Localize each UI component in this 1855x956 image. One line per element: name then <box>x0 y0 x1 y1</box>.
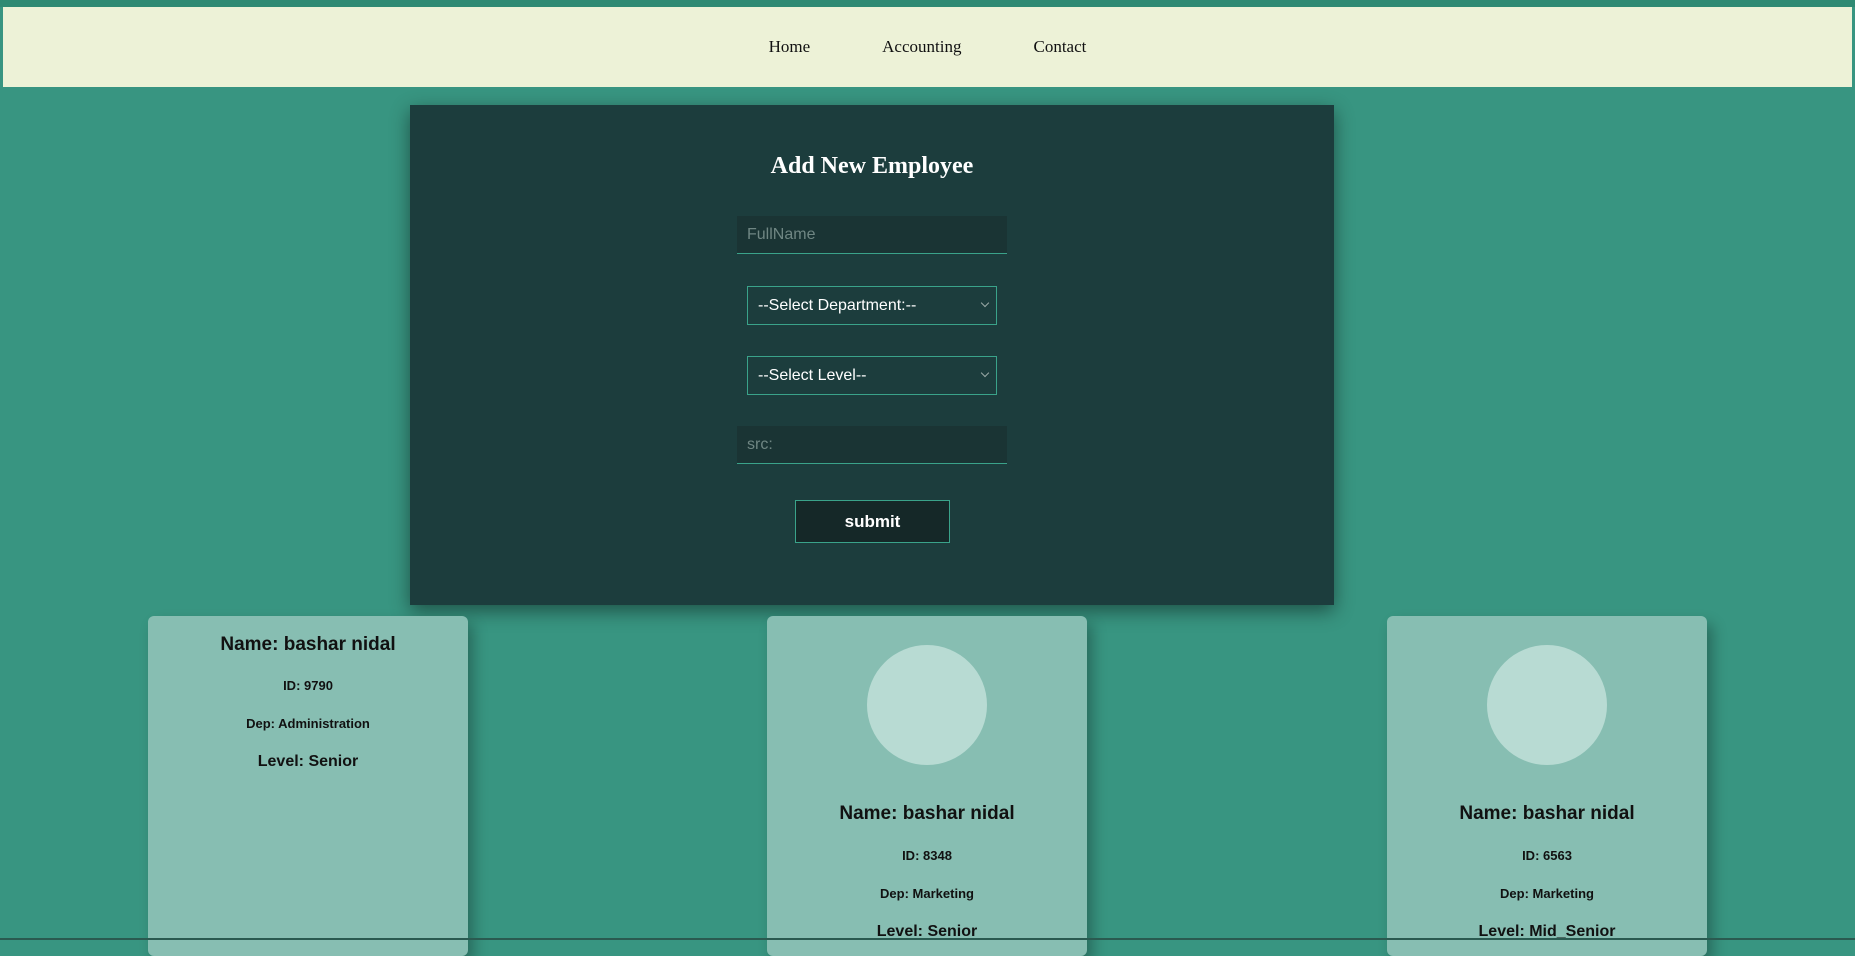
employee-department: Dep: Administration <box>246 716 370 731</box>
nav-link-contact[interactable]: Contact <box>1033 37 1086 57</box>
employee-name: Name: bashar nidal <box>220 634 396 655</box>
chevron-down-icon <box>980 298 990 308</box>
level-select[interactable]: --Select Level-- <box>747 356 997 395</box>
employee-card: Name: bashar nidal ID: 8348 Dep: Marketi… <box>767 616 1087 956</box>
avatar <box>867 645 987 765</box>
department-select-value: --Select Department:-- <box>758 296 917 314</box>
department-select[interactable]: --Select Department:-- <box>747 286 997 325</box>
employee-department: Dep: Marketing <box>1500 886 1594 901</box>
nav-link-accounting[interactable]: Accounting <box>882 37 961 57</box>
avatar <box>1487 645 1607 765</box>
employee-card: Name: bashar nidal ID: 9790 Dep: Adminis… <box>148 616 468 956</box>
employee-id: ID: 8348 <box>902 848 952 863</box>
add-employee-panel: Add New Employee --Select Department:-- … <box>410 105 1334 605</box>
level-select-value: --Select Level-- <box>758 366 867 384</box>
employee-id: ID: 9790 <box>283 678 333 693</box>
fullname-input[interactable] <box>737 216 1007 254</box>
top-strip <box>0 0 1855 7</box>
employee-level: Level: Senior <box>257 753 359 770</box>
navbar: Home Accounting Contact <box>3 7 1852 87</box>
employee-card: Name: bashar nidal ID: 6563 Dep: Marketi… <box>1387 616 1707 956</box>
src-input[interactable] <box>737 426 1007 464</box>
employee-name: Name: bashar nidal <box>1459 803 1635 824</box>
submit-button[interactable]: submit <box>795 500 950 543</box>
nav-link-home[interactable]: Home <box>769 37 811 57</box>
form-title: Add New Employee <box>770 153 974 179</box>
employee-name: Name: bashar nidal <box>839 803 1015 824</box>
employee-department: Dep: Marketing <box>880 886 974 901</box>
employee-id: ID: 6563 <box>1522 848 1572 863</box>
chevron-down-icon <box>980 368 990 378</box>
